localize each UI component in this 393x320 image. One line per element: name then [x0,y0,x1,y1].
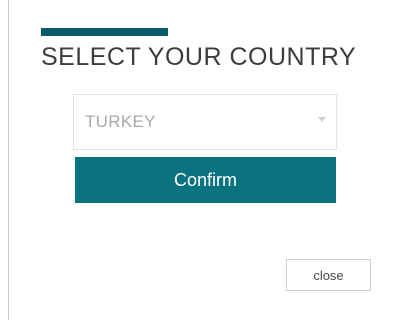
close-button[interactable]: close [286,259,371,291]
chevron-down-icon [318,117,326,122]
confirm-button[interactable]: Confirm [75,157,336,203]
country-dropdown-value: TURKEY [85,112,156,131]
country-dropdown[interactable]: TURKEY [73,94,337,150]
country-select-dialog: SELECT YOUR COUNTRY TURKEY Confirm close [0,0,393,320]
dialog-left-border [8,0,9,320]
title-accent-bar [41,28,168,36]
dialog-title: SELECT YOUR COUNTRY [41,43,357,71]
